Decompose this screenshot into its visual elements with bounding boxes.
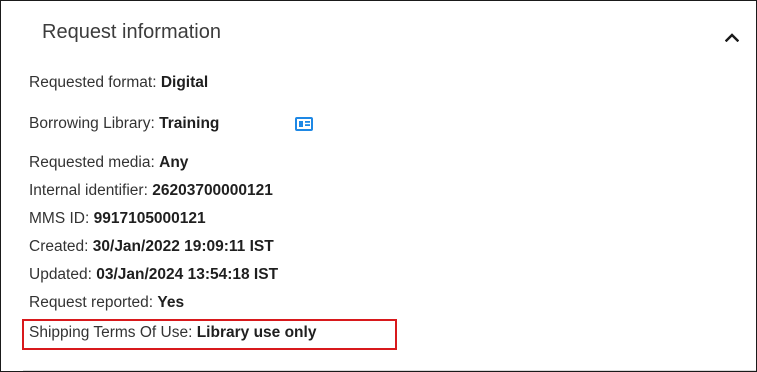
requested-format-row: Requested format: Digital — [29, 73, 208, 93]
shipping-terms-label: Shipping Terms Of Use: — [29, 324, 193, 341]
shipping-terms-row: Shipping Terms Of Use: Library use only — [29, 323, 316, 343]
created-row: Created: 30/Jan/2022 19:09:11 IST — [29, 237, 274, 257]
collapse-button[interactable] — [719, 25, 747, 53]
internal-identifier-row: Internal identifier: 26203700000121 — [29, 181, 273, 201]
mms-id-label: MMS ID: — [29, 210, 90, 227]
requested-format-label: Requested format: — [29, 74, 157, 91]
requested-media-value: Any — [159, 154, 189, 171]
internal-identifier-label: Internal identifier: — [29, 182, 148, 199]
shipping-terms-value: Library use only — [196, 324, 317, 341]
created-label: Created: — [29, 238, 89, 255]
request-reported-label: Request reported: — [29, 294, 154, 311]
request-reported-value: Yes — [157, 294, 185, 311]
request-information-panel: Request information Requested format: Di… — [0, 0, 757, 372]
requested-format-value: Digital — [160, 74, 209, 91]
section-divider — [23, 370, 756, 371]
requested-media-label: Requested media: — [29, 154, 155, 171]
panel-header[interactable]: Request information — [1, 1, 756, 69]
updated-row: Updated: 03/Jan/2024 13:54:18 IST — [29, 265, 278, 285]
updated-value: 03/Jan/2024 13:54:18 IST — [96, 266, 279, 283]
mms-id-row: MMS ID: 9917105000121 — [29, 209, 206, 229]
requested-media-row: Requested media: Any — [29, 153, 188, 173]
borrowing-library-value: Training — [159, 115, 220, 132]
created-value: 30/Jan/2022 19:09:11 IST — [92, 238, 274, 255]
internal-identifier-value: 26203700000121 — [152, 182, 273, 199]
borrowing-library-row: Borrowing Library: Training — [29, 114, 219, 134]
contact-card-icon[interactable] — [295, 117, 313, 131]
updated-label: Updated: — [29, 266, 92, 283]
chevron-up-icon — [725, 33, 739, 42]
mms-id-value: 9917105000121 — [93, 210, 206, 227]
request-reported-row: Request reported: Yes — [29, 293, 184, 313]
borrowing-library-label: Borrowing Library: — [29, 115, 155, 132]
panel-title: Request information — [42, 21, 221, 43]
